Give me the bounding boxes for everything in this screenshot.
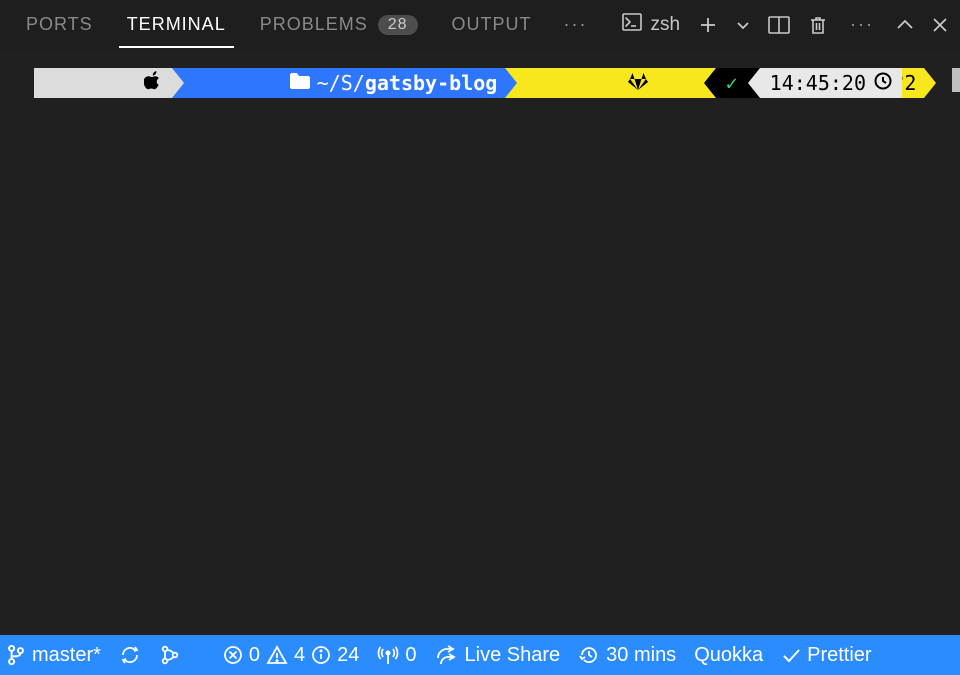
status-source-graph[interactable] xyxy=(159,644,181,666)
status-timer[interactable]: 30 mins xyxy=(578,644,676,667)
check-icon xyxy=(781,645,801,665)
kill-terminal-button[interactable] xyxy=(808,15,828,35)
path-dirname: gatsby-blog xyxy=(365,68,497,98)
exit-status-segment: ✓ xyxy=(716,68,748,98)
status-warnings-count: 4 xyxy=(294,644,305,667)
segment-separator xyxy=(748,68,760,98)
terminal-view[interactable]: ~/S/gatsby-blog master !2 ?2 xyxy=(0,50,960,635)
terminal-cursor xyxy=(952,68,960,92)
sync-icon xyxy=(119,644,141,666)
terminal-actions: zsh ··· xyxy=(622,13,948,37)
status-git-branch[interactable]: master* xyxy=(6,644,101,667)
tab-output-label: OUTPUT xyxy=(452,14,532,35)
segment-separator xyxy=(505,68,517,98)
history-icon xyxy=(578,644,600,666)
tab-output[interactable]: OUTPUT xyxy=(438,6,546,43)
antenna-icon xyxy=(377,644,399,666)
folder-icon xyxy=(192,38,310,128)
terminal-profile-name: zsh xyxy=(650,14,680,36)
status-remote-port[interactable]: 0 xyxy=(377,644,416,667)
status-timer-value: 30 mins xyxy=(606,644,676,667)
tabs-overflow-menu[interactable]: ··· xyxy=(552,14,600,35)
check-icon: ✓ xyxy=(726,71,738,95)
problems-count-badge: 28 xyxy=(378,15,418,35)
close-panel-button[interactable] xyxy=(932,17,948,33)
status-quokka[interactable]: Quokka xyxy=(694,644,763,667)
graph-icon xyxy=(159,644,181,666)
maximize-panel-button[interactable] xyxy=(896,18,914,32)
apple-icon xyxy=(48,38,162,128)
path-prefix: ~/S/ xyxy=(317,68,365,98)
path-segment: ~/S/gatsby-blog xyxy=(184,68,505,98)
status-bar: master* 0 4 24 0 xyxy=(0,635,960,675)
segment-separator xyxy=(924,68,936,98)
status-info-count: 24 xyxy=(337,644,359,667)
tab-ports-label: PORTS xyxy=(26,14,93,35)
live-share-icon xyxy=(435,644,459,666)
prompt-right-status: ✓ 14:45:20 xyxy=(704,68,902,98)
info-icon xyxy=(311,645,331,665)
warning-icon xyxy=(266,645,288,665)
status-quokka-label: Quokka xyxy=(694,644,763,667)
clock-segment: 14:45:20 xyxy=(760,68,902,98)
clock-time: 14:45:20 xyxy=(770,71,866,95)
tab-problems-label: PROBLEMS xyxy=(260,14,368,35)
status-prettier[interactable]: Prettier xyxy=(781,644,871,667)
tab-terminal-label: TERMINAL xyxy=(127,14,226,35)
split-terminal-button[interactable] xyxy=(768,16,790,34)
error-icon xyxy=(223,645,243,665)
branch-icon xyxy=(6,644,26,666)
status-errors-count: 0 xyxy=(249,644,260,667)
os-segment xyxy=(34,68,172,98)
status-problems[interactable]: 0 4 24 xyxy=(223,644,360,667)
new-terminal-button[interactable] xyxy=(698,15,718,35)
segment-separator xyxy=(704,68,716,98)
status-prettier-label: Prettier xyxy=(807,644,871,667)
status-branch-name: master* xyxy=(32,644,101,667)
status-ports-count: 0 xyxy=(405,644,416,667)
status-live-share-label: Live Share xyxy=(465,644,561,667)
new-terminal-dropdown[interactable] xyxy=(736,18,750,32)
segment-separator xyxy=(172,68,184,98)
clock-icon xyxy=(874,71,892,95)
status-live-share[interactable]: Live Share xyxy=(435,644,561,667)
terminal-icon xyxy=(622,13,642,37)
terminal-profile-selector[interactable]: zsh xyxy=(622,13,680,37)
gitlab-icon xyxy=(531,38,647,128)
terminal-more-actions[interactable]: ··· xyxy=(846,14,878,35)
status-sync-button[interactable] xyxy=(119,644,141,666)
